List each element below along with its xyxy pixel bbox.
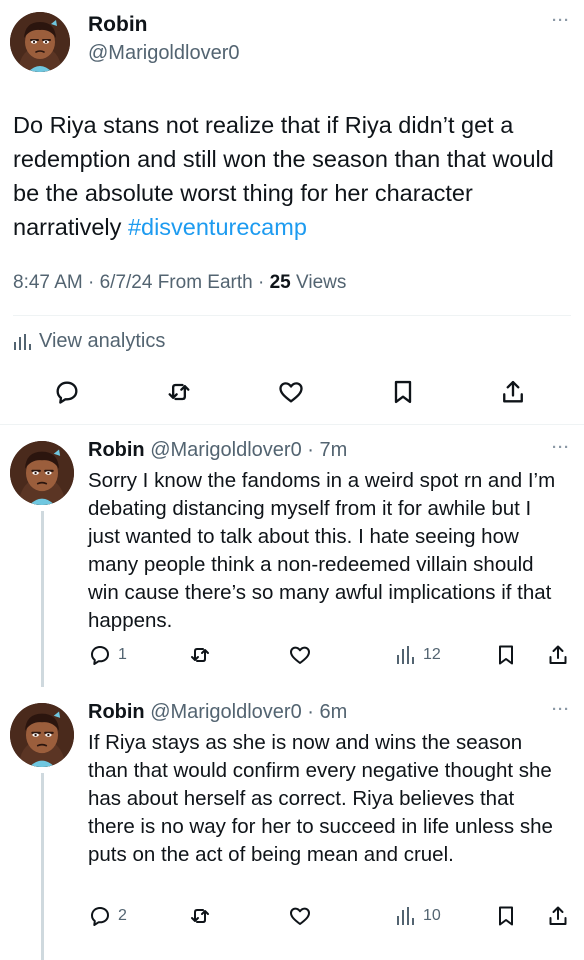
- share-button[interactable]: [499, 378, 529, 408]
- like-icon: [290, 646, 310, 664]
- thread-line: [41, 773, 44, 960]
- reply-icon: [91, 907, 109, 926]
- author-handle[interactable]: @Marigoldlover0: [88, 42, 239, 65]
- tweet-text: Do Riya stans not realize that if Riya d…: [13, 108, 573, 244]
- like-icon: [279, 382, 303, 403]
- main-tweet: Robin @Marigoldlover0 ··· Do Riya stans …: [0, 0, 584, 425]
- like-button[interactable]: [277, 378, 307, 408]
- reply-text: If Riya stays as she is now and wins the…: [88, 731, 553, 866]
- reply-button[interactable]: [53, 378, 83, 408]
- retweet-button[interactable]: [188, 643, 212, 667]
- avatar[interactable]: [10, 12, 70, 72]
- avatar-illustration: [10, 12, 70, 72]
- analytics-label: View analytics: [39, 330, 166, 352]
- reply-button[interactable]: 2: [88, 904, 127, 928]
- views-label: Views: [290, 272, 347, 293]
- avatar-illustration: [10, 441, 74, 505]
- analytics-icon: [14, 333, 31, 350]
- share-icon: [549, 906, 567, 925]
- views-button[interactable]: 12: [393, 643, 441, 667]
- reply-icon: [56, 381, 78, 404]
- bookmark-icon: [499, 645, 513, 665]
- share-icon: [503, 380, 523, 403]
- reply-actions: 1 12: [88, 643, 578, 669]
- reply-count: 1: [118, 646, 127, 663]
- author-handle-time[interactable]: @Marigoldlover0 · 7m: [145, 439, 347, 461]
- tweet-meta: 8:47 AM · 6/7/24 From Earth · 25 Views: [13, 272, 346, 294]
- reply-count: 2: [118, 907, 127, 924]
- views-count: 25: [269, 272, 291, 293]
- reply-icon: [91, 646, 109, 665]
- bookmark-icon: [499, 906, 513, 926]
- hashtag-link[interactable]: #disventurecamp: [128, 214, 307, 240]
- share-button[interactable]: [546, 904, 570, 928]
- author-name[interactable]: Robin: [88, 13, 147, 37]
- retweet-icon: [191, 648, 209, 662]
- share-button[interactable]: [546, 643, 570, 667]
- retweet-icon: [168, 383, 190, 401]
- like-icon: [290, 907, 310, 925]
- reply-tweet[interactable]: Robin @Marigoldlover0 · 7m ··· Sorry I k…: [0, 425, 584, 687]
- retweet-button[interactable]: [165, 378, 195, 408]
- thread-line: [41, 511, 44, 687]
- bookmark-icon: [394, 380, 412, 404]
- bookmark-button[interactable]: [494, 643, 518, 667]
- views-count: 12: [423, 646, 441, 663]
- bookmark-button[interactable]: [494, 904, 518, 928]
- divider: [13, 315, 571, 316]
- reply-actions: 2 10: [88, 904, 578, 930]
- reply-tweet[interactable]: Robin @Marigoldlover0 · 6m ··· If Riya s…: [0, 687, 584, 960]
- share-icon: [549, 645, 567, 664]
- reply-header: Robin @Marigoldlover0 · 6m: [88, 701, 347, 724]
- more-options-icon[interactable]: ···: [552, 439, 570, 456]
- analytics-icon: [397, 646, 414, 664]
- author-name[interactable]: Robin: [88, 439, 145, 461]
- views-count: 10: [423, 907, 441, 924]
- analytics-icon: [397, 907, 414, 925]
- main-tweet-actions: [0, 378, 584, 414]
- timestamp[interactable]: 8:47 AM · 6/7/24 From Earth ·: [13, 272, 270, 293]
- avatar-illustration: [10, 703, 74, 767]
- retweet-icon: [191, 909, 209, 923]
- reply-button[interactable]: 1: [88, 643, 127, 667]
- author-handle-time[interactable]: @Marigoldlover0 · 6m: [145, 701, 347, 723]
- retweet-button[interactable]: [188, 904, 212, 928]
- bookmark-button[interactable]: [389, 378, 419, 408]
- avatar[interactable]: [10, 703, 74, 767]
- like-button[interactable]: [288, 904, 312, 928]
- author-name[interactable]: Robin: [88, 701, 145, 723]
- reply-header: Robin @Marigoldlover0 · 7m: [88, 439, 347, 462]
- view-analytics-link[interactable]: View analytics: [13, 330, 165, 353]
- more-options-icon[interactable]: ···: [552, 701, 570, 718]
- reply-text: Sorry I know the fandoms in a weird spot…: [88, 469, 556, 632]
- more-options-icon[interactable]: ···: [552, 12, 570, 29]
- views-button[interactable]: 10: [393, 904, 441, 928]
- avatar[interactable]: [10, 441, 74, 505]
- like-button[interactable]: [288, 643, 312, 667]
